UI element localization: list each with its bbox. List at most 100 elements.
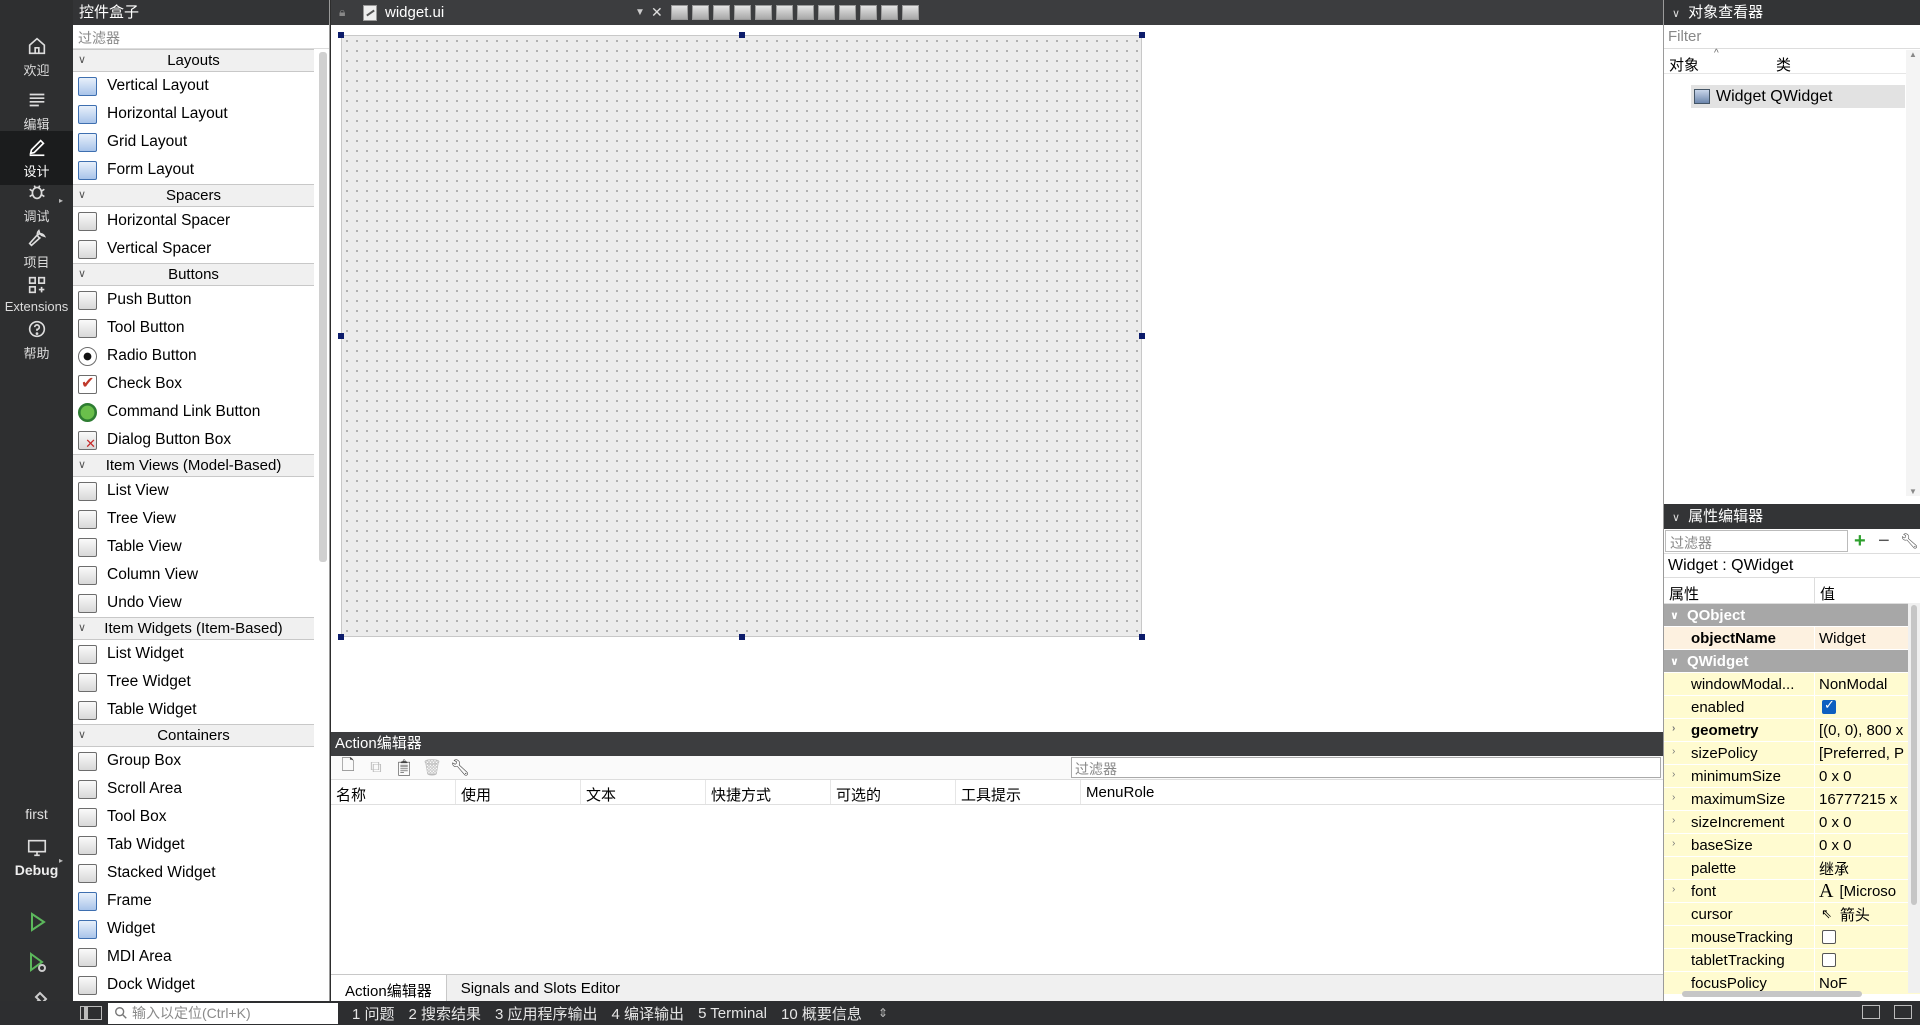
category-item-widgets[interactable]: ∨ Item Widgets (Item-Based) xyxy=(73,617,314,640)
form-widget[interactable] xyxy=(341,35,1142,637)
property-row-font[interactable]: › font A [Microso xyxy=(1664,880,1920,903)
column-header[interactable]: 工具提示 xyxy=(956,780,1081,804)
output-tab-search-results[interactable]: 2 搜索结果 xyxy=(409,1003,482,1024)
mode-edit[interactable]: 编辑 xyxy=(0,84,73,138)
resize-handle[interactable] xyxy=(1139,333,1145,339)
scrollbar-thumb[interactable] xyxy=(1682,991,1862,997)
widget-item-frame[interactable]: Frame xyxy=(73,887,314,915)
resize-handle[interactable] xyxy=(338,634,344,640)
scroll-up-icon[interactable]: ▲ xyxy=(1909,50,1917,59)
chevron-down-icon[interactable]: ∨ xyxy=(1672,8,1680,20)
edit-tab-order-icon[interactable] xyxy=(734,5,751,20)
resize-handle[interactable] xyxy=(338,333,344,339)
property-row-tablettracking[interactable]: tabletTracking xyxy=(1664,949,1920,972)
widget-item-table-view[interactable]: Table View xyxy=(73,533,314,561)
widget-item-scroll-area[interactable]: Scroll Area xyxy=(73,775,314,803)
widget-box-scrollbar[interactable] xyxy=(319,52,327,562)
object-tree-row[interactable]: Widget QWidget xyxy=(1691,85,1905,108)
property-value[interactable]: 0 x 0 xyxy=(1815,765,1920,787)
run-button[interactable] xyxy=(0,900,73,944)
property-value[interactable]: 箭头 xyxy=(1840,904,1870,925)
mousetracking-checkbox[interactable] xyxy=(1822,930,1836,944)
widget-item-tool-box[interactable]: Tool Box xyxy=(73,803,314,831)
property-editor-scrollbar[interactable] xyxy=(1908,603,1920,993)
widget-item-table-widget[interactable]: Table Widget xyxy=(73,696,314,724)
adjust-size-icon[interactable] xyxy=(902,5,919,20)
widget-item-horizontal-layout[interactable]: Horizontal Layout xyxy=(73,100,314,128)
output-tab-issues[interactable]: 1 问题 xyxy=(352,1003,395,1024)
widget-item-grid-layout[interactable]: Grid Layout xyxy=(73,128,314,156)
widget-item-tree-view[interactable]: Tree View xyxy=(73,505,314,533)
property-row-sizepolicy[interactable]: › sizePolicy [Preferred, P xyxy=(1664,742,1920,765)
paste-icon[interactable]: 📋︎ xyxy=(393,758,415,778)
debug-run-button[interactable] xyxy=(0,940,73,984)
resize-handle[interactable] xyxy=(1139,32,1145,38)
locator-input[interactable]: 输入以定位(Ctrl+K) xyxy=(108,1002,338,1024)
tab-signals-slots[interactable]: Signals and Slots Editor xyxy=(447,975,634,1001)
resize-handle[interactable] xyxy=(1139,634,1145,640)
edit-signals-slots-icon[interactable] xyxy=(692,5,709,20)
resize-handle[interactable] xyxy=(739,634,745,640)
widget-item-column-view[interactable]: Column View xyxy=(73,561,314,589)
widget-item-dialog-button-box[interactable]: Dialog Button Box xyxy=(73,426,314,454)
action-filter-input[interactable]: 过滤器 xyxy=(1071,757,1661,778)
widget-item-stacked-widget[interactable]: Stacked Widget xyxy=(73,859,314,887)
kit-selector[interactable]: Debug ▸ xyxy=(0,828,73,886)
grid-layout-icon[interactable] xyxy=(860,5,877,20)
widget-item-undo-view[interactable]: Undo View xyxy=(73,589,314,617)
property-group-qobject[interactable]: ∨ QObject xyxy=(1664,604,1920,627)
scroll-down-icon[interactable]: ▼ xyxy=(1909,487,1917,496)
break-layout-icon[interactable] xyxy=(881,5,898,20)
horizontal-splitter-icon[interactable] xyxy=(797,5,814,20)
property-row-windowmodality[interactable]: windowModal... NonModal xyxy=(1664,673,1920,696)
chevron-right-icon[interactable]: › xyxy=(1672,746,1675,757)
category-containers[interactable]: ∨ Containers xyxy=(73,724,314,747)
property-row-objectname[interactable]: objectName Widget xyxy=(1664,627,1920,650)
chevron-right-icon[interactable]: › xyxy=(1672,792,1675,803)
add-dynamic-property-icon[interactable]: + xyxy=(1854,530,1874,553)
widget-item-list-widget[interactable]: List Widget xyxy=(73,640,314,668)
widget-item-check-box[interactable]: Check Box xyxy=(73,370,314,398)
widget-item-push-button[interactable]: Push Button xyxy=(73,286,314,314)
chevron-down-icon[interactable]: ∨ xyxy=(1672,512,1680,524)
output-tab-compile-output[interactable]: 4 编译输出 xyxy=(612,1003,685,1024)
copy-icon[interactable]: ⧉ xyxy=(365,758,387,778)
settings-wrench-icon[interactable]: 🔧︎ xyxy=(449,758,471,778)
column-header[interactable]: 快捷方式 xyxy=(706,780,831,804)
new-action-icon[interactable]: 🗋︎ xyxy=(337,757,359,778)
remove-dynamic-property-icon[interactable]: − xyxy=(1878,530,1896,553)
enabled-checkbox[interactable] xyxy=(1822,697,1836,714)
property-row-basesize[interactable]: › baseSize 0 x 0 xyxy=(1664,834,1920,857)
column-header-property[interactable]: 属性 xyxy=(1664,578,1815,603)
tab-action-editor[interactable]: Action编辑器 xyxy=(331,975,447,1001)
column-header[interactable]: 名称 xyxy=(331,780,456,804)
property-value[interactable]: [(0, 0), 800 x xyxy=(1815,719,1920,741)
widget-item-list-view[interactable]: List View xyxy=(73,477,314,505)
property-value[interactable]: [Preferred, P xyxy=(1815,742,1920,764)
chevron-right-icon[interactable]: › xyxy=(1672,815,1675,826)
more-tabs-icon[interactable]: ⇕ xyxy=(878,1006,888,1020)
widget-item-group-box[interactable]: Group Box xyxy=(73,747,314,775)
widget-item-horizontal-spacer[interactable]: Horizontal Spacer xyxy=(73,207,314,235)
tablettracking-checkbox[interactable] xyxy=(1822,953,1836,967)
property-editor-hscrollbar[interactable] xyxy=(1664,991,1920,999)
property-value[interactable]: NonModal xyxy=(1815,673,1920,695)
open-file-name[interactable]: widget.ui xyxy=(385,4,635,21)
output-tab-terminal[interactable]: 5 Terminal xyxy=(698,1005,767,1022)
category-item-views[interactable]: ∨ Item Views (Model-Based) xyxy=(73,454,314,477)
property-row-cursor[interactable]: cursor ⇖ 箭头 xyxy=(1664,903,1920,926)
widget-item-tab-widget[interactable]: Tab Widget xyxy=(73,831,314,859)
property-value[interactable]: [Microso xyxy=(1839,883,1896,900)
widget-item-dock-widget[interactable]: Dock Widget xyxy=(73,971,314,999)
property-row-mousetracking[interactable]: mouseTracking xyxy=(1664,926,1920,949)
property-row-palette[interactable]: palette 继承 xyxy=(1664,857,1920,880)
design-canvas[interactable] xyxy=(331,25,1663,732)
widget-item-tool-button[interactable]: Tool Button xyxy=(73,314,314,342)
widget-item-mdi-area[interactable]: MDI Area xyxy=(73,943,314,971)
category-layouts[interactable]: ∨ Layouts xyxy=(73,49,314,72)
toggle-right-sidebar-icon[interactable] xyxy=(1894,1005,1912,1019)
property-row-minimumsize[interactable]: › minimumSize 0 x 0 xyxy=(1664,765,1920,788)
column-header-value[interactable]: 值 xyxy=(1815,578,1840,603)
edit-widgets-icon[interactable] xyxy=(671,5,688,20)
property-value[interactable]: Widget xyxy=(1815,627,1920,649)
